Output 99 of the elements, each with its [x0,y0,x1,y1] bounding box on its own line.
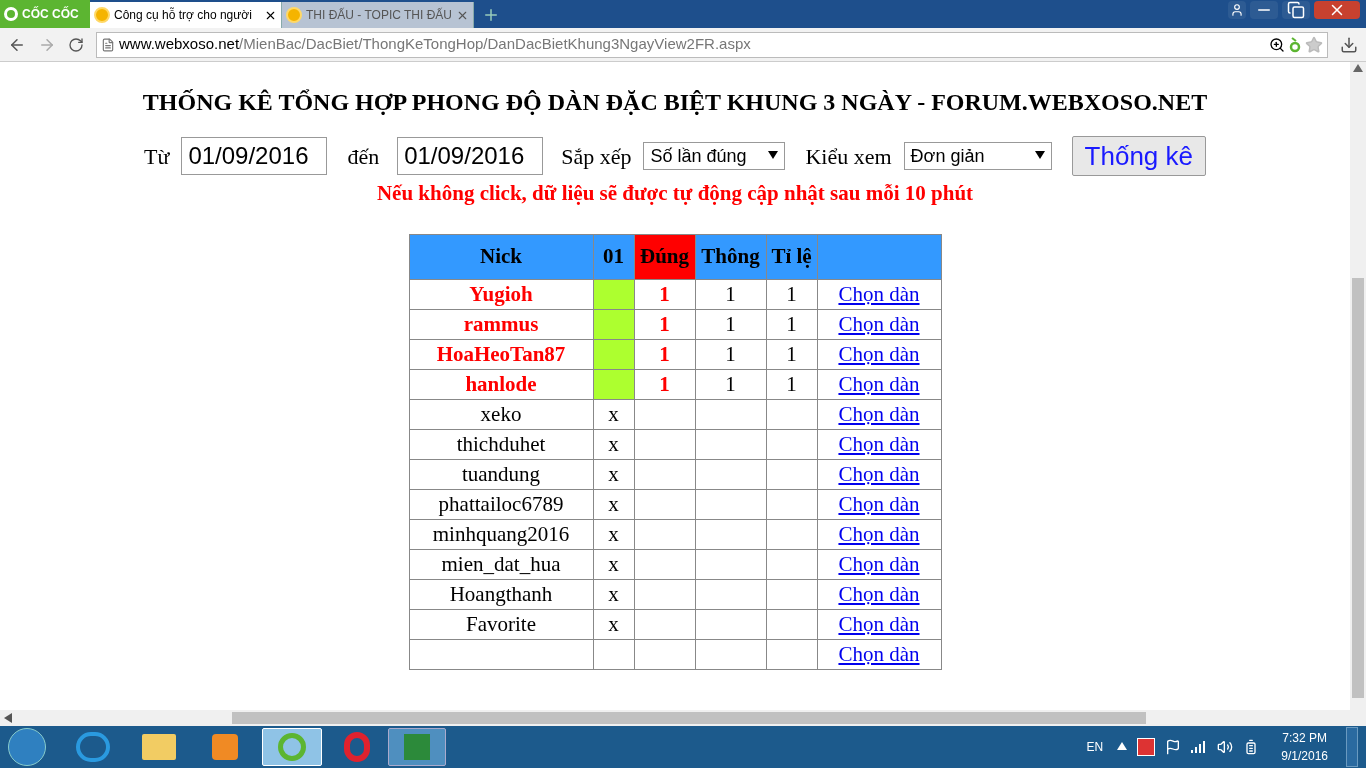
clock-time[interactable]: 7:32 PM [1282,729,1327,747]
table-cell: x [593,579,634,609]
table-cell [634,459,695,489]
date-field[interactable]: 01/09/2016 [181,137,328,175]
table-cell: x [593,549,634,579]
page-icon [101,37,115,52]
update-notice: Nếu không click, dữ liệu sẽ được tự động cập nhật sau mỗi 10 phút [376,180,974,207]
table-cell: x [593,609,634,639]
table-cell: x [593,489,634,519]
table-cell [695,639,766,669]
table-cell: x [593,459,634,489]
table-cell: 1 [695,369,766,399]
start-button[interactable] [8,728,46,766]
flag-icon[interactable] [1165,739,1182,755]
column-header: Tỉ lệ [766,234,817,279]
new-tab-icon[interactable] [482,6,500,24]
table-cell: minhquang2016 [409,519,593,549]
table-cell [695,489,766,519]
table-cell [634,549,695,579]
table-cell: Yugioh [409,279,593,309]
address-bar[interactable]: www.webxoso.net/MienBac/DacBiet/ThongKeTongHop/DanDacBietKhung3NgayView2FR.aspx [96,31,1328,58]
table-cell: mien_dat_hua [409,549,593,579]
table-cell: 1 [634,279,695,309]
browser-taskbar-button[interactable] [262,728,322,766]
table-cell [634,489,695,519]
vertical-scrollbar[interactable] [1350,62,1366,710]
scroll-left-icon [4,713,14,723]
table-cell [695,579,766,609]
table-cell: Hoangthanh [409,579,593,609]
date-field[interactable]: 01/09/2016 [397,137,544,175]
horizontal-scrollbar[interactable] [0,710,1366,726]
volume-icon[interactable] [1217,739,1234,755]
browser-taskbar-icon[interactable] [76,732,110,762]
table-cell: tuandung [409,459,593,489]
table-cell: x [593,429,634,459]
page-title: THỐNG KÊ TỔNG HỢP PHONG ĐỘ DÀN ĐẶC BIỆT KHUNG 3 NGÀY - FORUM.WEBXOSO.NET [142,88,1208,117]
profile-icon[interactable] [1228,1,1246,19]
table-cell [634,399,695,429]
sort-label: Sắp xếp [561,142,632,171]
signal-icon[interactable] [1191,741,1208,753]
dropdown-icon [1034,151,1045,161]
reload-icon[interactable] [68,36,84,53]
table-cell: xeko [409,399,593,429]
table-cell: 1 [634,309,695,339]
download-icon[interactable] [1340,35,1358,54]
scroll-up-icon [1353,64,1363,74]
table-cell [695,549,766,579]
table-cell: rammus [409,309,593,339]
sort-select[interactable]: Số lần đúng [643,142,786,170]
table-cell: Favorite [409,609,593,639]
table-cell: 1 [695,309,766,339]
table-cell [695,459,766,489]
close-icon[interactable] [1314,1,1360,19]
dropdown-icon [768,151,779,161]
from-label: Từ [144,142,170,171]
table-cell: x [593,399,634,429]
browser-tab[interactable]: THI ĐẤU - TOPIC THI ĐẤU [282,2,474,28]
table-cell [695,429,766,459]
table-cell [634,519,695,549]
table-cell [634,639,695,669]
language-indicator[interactable]: EN [1086,738,1104,756]
table-cell: hanlode [409,369,593,399]
star-icon[interactable] [1305,35,1323,54]
column-header: 01 [593,234,634,279]
table-cell: 1 [766,279,817,309]
column-header: Nick [409,234,593,279]
table-cell [634,579,695,609]
table-cell [695,399,766,429]
table-cell: 1 [634,369,695,399]
table-cell: 1 [766,309,817,339]
table-cell: 1 [695,339,766,369]
browser-tab[interactable]: Công cụ hỗ trợ cho người [90,2,282,28]
table-cell [634,429,695,459]
table-cell: 1 [766,369,817,399]
tray-expand-icon [1117,742,1128,752]
tab-favicon-icon [94,7,110,23]
table-cell: phattailoc6789 [409,489,593,519]
submit-button[interactable]: Thống kê [1071,136,1206,176]
table-cell [695,609,766,639]
table-cell: x [593,519,634,549]
tab-favicon-icon [286,7,302,23]
view-label: Kiểu xem [805,142,892,171]
antivirus-tray-icon[interactable] [1137,738,1156,756]
column-header: Đúng [634,234,695,279]
table-cell: HoaHeoTan87 [409,339,593,369]
table-cell [634,609,695,639]
zoom-icon[interactable] [1269,36,1285,53]
table-cell: 1 [766,339,817,369]
table-cell: 1 [695,279,766,309]
to-label: đến [347,142,380,171]
minimize-icon[interactable] [1250,1,1278,19]
restore-icon[interactable] [1282,1,1310,19]
table-cell: thichduhet [409,429,593,459]
table-cell: 1 [634,339,695,369]
table-cell [695,519,766,549]
view-select[interactable]: Đơn giản [903,142,1052,170]
logo-icon [4,7,18,21]
column-header: Thông [695,234,766,279]
clock-date[interactable]: 9/1/2016 [1281,747,1328,765]
